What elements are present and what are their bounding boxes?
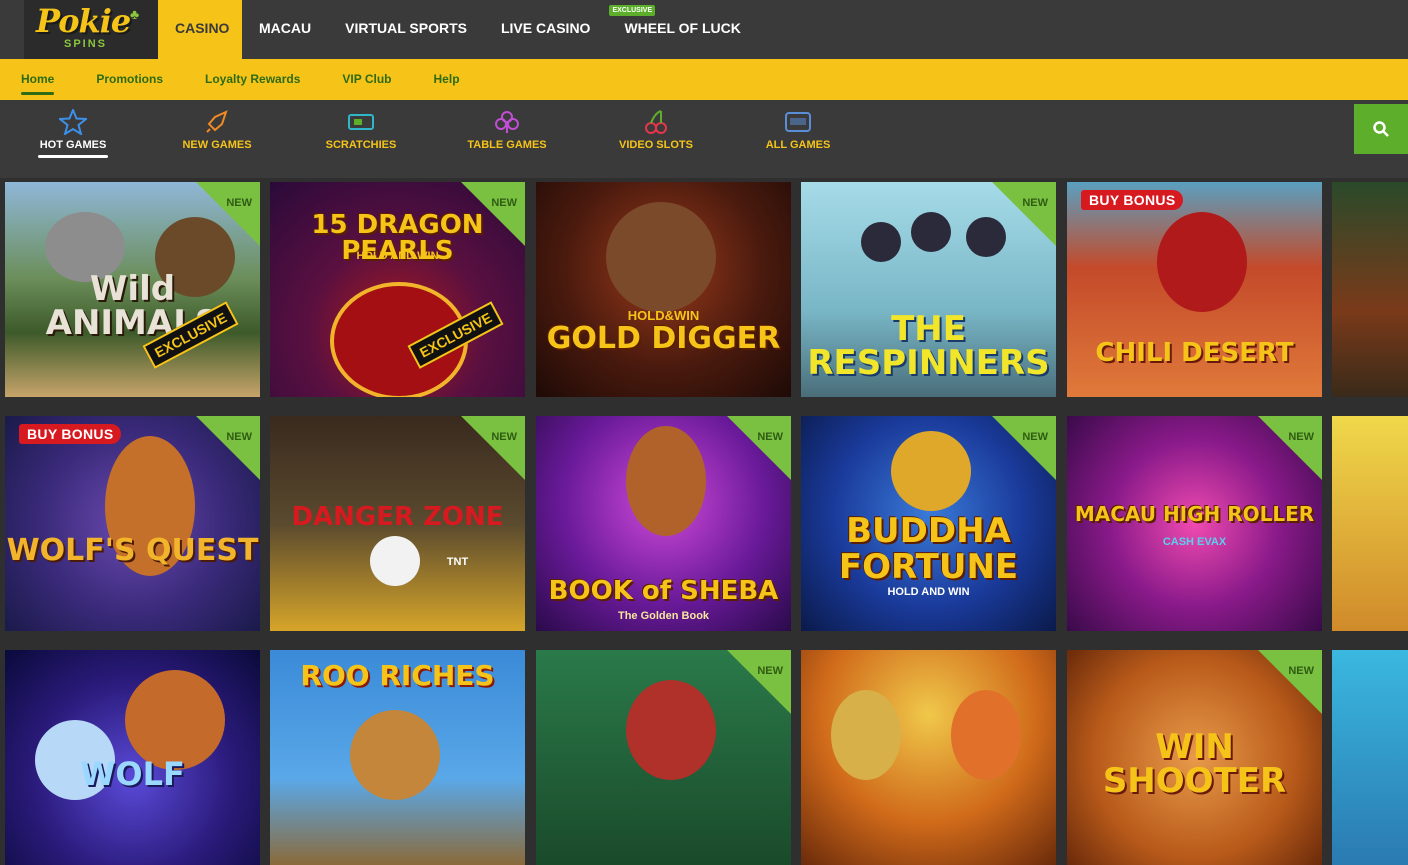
game-title: WOLF'S QUEST bbox=[6, 533, 259, 568]
nav-virtual-sports[interactable]: VIRTUAL SPORTS bbox=[328, 0, 484, 59]
category-label: TABLE GAMES bbox=[467, 139, 547, 151]
game-tile[interactable]: BUDDHA FORTUNE HOLD AND WIN NEW bbox=[801, 416, 1056, 631]
exclusive-badge: EXCLUSIVE bbox=[609, 5, 656, 16]
game-tile[interactable]: DANGER ZONE TNT NEW bbox=[270, 416, 525, 631]
game-tile[interactable]: WIN SHOOTER NEW bbox=[1067, 650, 1322, 865]
new-ribbon bbox=[461, 182, 525, 246]
new-badge: NEW bbox=[1288, 665, 1314, 677]
game-subtitle: HOLD AND WIN bbox=[887, 586, 970, 598]
subnav-help[interactable]: Help bbox=[434, 59, 460, 100]
subnav-vip-club[interactable]: VIP Club bbox=[342, 59, 391, 100]
subnav-promotions[interactable]: Promotions bbox=[96, 59, 163, 100]
category-table-games[interactable]: TABLE GAMES bbox=[452, 108, 562, 151]
category-new-games[interactable]: NEW GAMES bbox=[162, 108, 272, 151]
game-title: ROO RICHES bbox=[300, 659, 495, 692]
new-ribbon bbox=[727, 416, 791, 480]
top-bar: Pokie ♣ SPINS CASINO MACAU VIRTUAL SPORT… bbox=[0, 0, 1408, 59]
new-ribbon bbox=[992, 182, 1056, 246]
new-ribbon bbox=[196, 416, 260, 480]
game-tile[interactable]: BOOK of SHEBA The Golden Book NEW bbox=[536, 416, 791, 631]
clover-icon: ♣ bbox=[130, 6, 140, 22]
nav-live-casino[interactable]: LIVE CASINO bbox=[484, 0, 607, 59]
game-subtitle: The Golden Book bbox=[617, 610, 710, 622]
nav-macau[interactable]: MACAU bbox=[242, 0, 328, 59]
game-tile[interactable]: WOLF'S QUEST BUY BONUS NEW bbox=[5, 416, 260, 631]
game-title: BUDDHA FORTUNE bbox=[838, 511, 1019, 587]
game-tile[interactable] bbox=[801, 650, 1056, 865]
subnav-loyalty-rewards[interactable]: Loyalty Rewards bbox=[205, 59, 300, 100]
new-badge: NEW bbox=[757, 431, 783, 443]
game-tile[interactable]: Wild ANIMALS EXCLUSIVE NEW bbox=[5, 182, 260, 397]
game-title: MACAU HIGH ROLLER bbox=[1074, 502, 1315, 526]
game-subtitle: CASH EVAX bbox=[1162, 536, 1227, 548]
cherry-icon bbox=[645, 110, 667, 134]
category-label: ALL GAMES bbox=[765, 139, 831, 151]
new-badge: NEW bbox=[491, 431, 517, 443]
game-tile[interactable]: 15 DRAGON PEARLS HOLD AND WIN EXCLUSIVE … bbox=[270, 182, 525, 397]
new-badge: NEW bbox=[1022, 431, 1048, 443]
game-tile[interactable]: WOLF bbox=[5, 650, 260, 865]
logo-subtext: SPINS bbox=[64, 38, 108, 50]
nav-wheel-of-luck-label: WHEEL OF LUCK bbox=[624, 20, 741, 36]
new-ribbon bbox=[727, 650, 791, 714]
category-label: SCRATCHIES bbox=[325, 139, 397, 151]
new-ribbon bbox=[1258, 416, 1322, 480]
nav-wheel-of-luck[interactable]: EXCLUSIVE WHEEL OF LUCK bbox=[607, 0, 757, 59]
category-label: VIDEO SLOTS bbox=[619, 139, 693, 151]
category-all-games[interactable]: ALL GAMES bbox=[743, 108, 853, 151]
game-title: GOLD DIGGER bbox=[546, 321, 781, 356]
nav-casino[interactable]: CASINO bbox=[158, 0, 242, 59]
game-title: BOOK of SHEBA bbox=[548, 576, 779, 606]
logo-text: Pokie bbox=[36, 2, 131, 40]
category-hot-games[interactable]: HOT GAMES bbox=[18, 108, 128, 158]
buy-bonus-badge: BUY BONUS bbox=[1081, 190, 1184, 210]
game-tile-partial[interactable] bbox=[1332, 416, 1408, 631]
category-scratchies[interactable]: SCRATCHIES bbox=[306, 108, 416, 151]
game-tile[interactable]: MACAU HIGH ROLLER CASH EVAX NEW bbox=[1067, 416, 1322, 631]
game-tile[interactable]: HOLD&WIN GOLD DIGGER bbox=[536, 182, 791, 397]
game-title: THE RESPINNERS bbox=[807, 309, 1050, 383]
main-nav: CASINO MACAU VIRTUAL SPORTS LIVE CASINO … bbox=[158, 0, 758, 59]
new-badge: NEW bbox=[1288, 431, 1314, 443]
slot-machine-icon bbox=[785, 112, 811, 132]
sub-nav-bar: Home Promotions Loyalty Rewards VIP Club… bbox=[0, 59, 1408, 100]
new-badge: NEW bbox=[1022, 197, 1048, 209]
new-badge: NEW bbox=[491, 197, 517, 209]
new-ribbon bbox=[196, 182, 260, 246]
game-tile-partial[interactable] bbox=[1332, 182, 1408, 397]
new-ribbon bbox=[1258, 650, 1322, 714]
game-title: DANGER ZONE bbox=[291, 502, 504, 532]
game-subtitle: TNT bbox=[446, 556, 469, 568]
category-bar: HOT GAMES NEW GAMES SCRATCHIES TABLE GAM… bbox=[0, 100, 1408, 178]
new-badge: NEW bbox=[226, 197, 252, 209]
search-icon bbox=[1373, 121, 1389, 137]
game-title: WIN SHOOTER bbox=[1102, 727, 1287, 801]
game-tile[interactable]: NEW bbox=[536, 650, 791, 865]
logo[interactable]: Pokie ♣ SPINS bbox=[24, 0, 158, 59]
search-button[interactable] bbox=[1354, 104, 1408, 154]
new-badge: NEW bbox=[757, 665, 783, 677]
game-tile[interactable]: CHILI DESERT BUY BONUS bbox=[1067, 182, 1322, 397]
ticket-icon bbox=[348, 114, 374, 130]
star-icon bbox=[59, 109, 87, 135]
game-tile[interactable]: THE RESPINNERS NEW bbox=[801, 182, 1056, 397]
subnav-home[interactable]: Home bbox=[21, 59, 55, 100]
new-ribbon bbox=[461, 416, 525, 480]
new-badge: NEW bbox=[226, 431, 252, 443]
buy-bonus-badge: BUY BONUS bbox=[19, 424, 122, 444]
rocket-icon bbox=[206, 110, 228, 133]
category-label: HOT GAMES bbox=[39, 139, 107, 151]
game-title: WOLF bbox=[80, 755, 185, 793]
active-indicator bbox=[38, 155, 108, 158]
game-title: CHILI DESERT bbox=[1095, 338, 1294, 368]
game-subtitle: HOLD AND WIN bbox=[356, 250, 439, 262]
club-icon bbox=[495, 111, 519, 133]
game-tile[interactable]: ROO RICHES bbox=[270, 650, 525, 865]
new-ribbon bbox=[992, 416, 1056, 480]
game-tile-partial[interactable] bbox=[1332, 650, 1408, 865]
category-label: NEW GAMES bbox=[182, 139, 252, 151]
category-video-slots[interactable]: VIDEO SLOTS bbox=[601, 108, 711, 151]
